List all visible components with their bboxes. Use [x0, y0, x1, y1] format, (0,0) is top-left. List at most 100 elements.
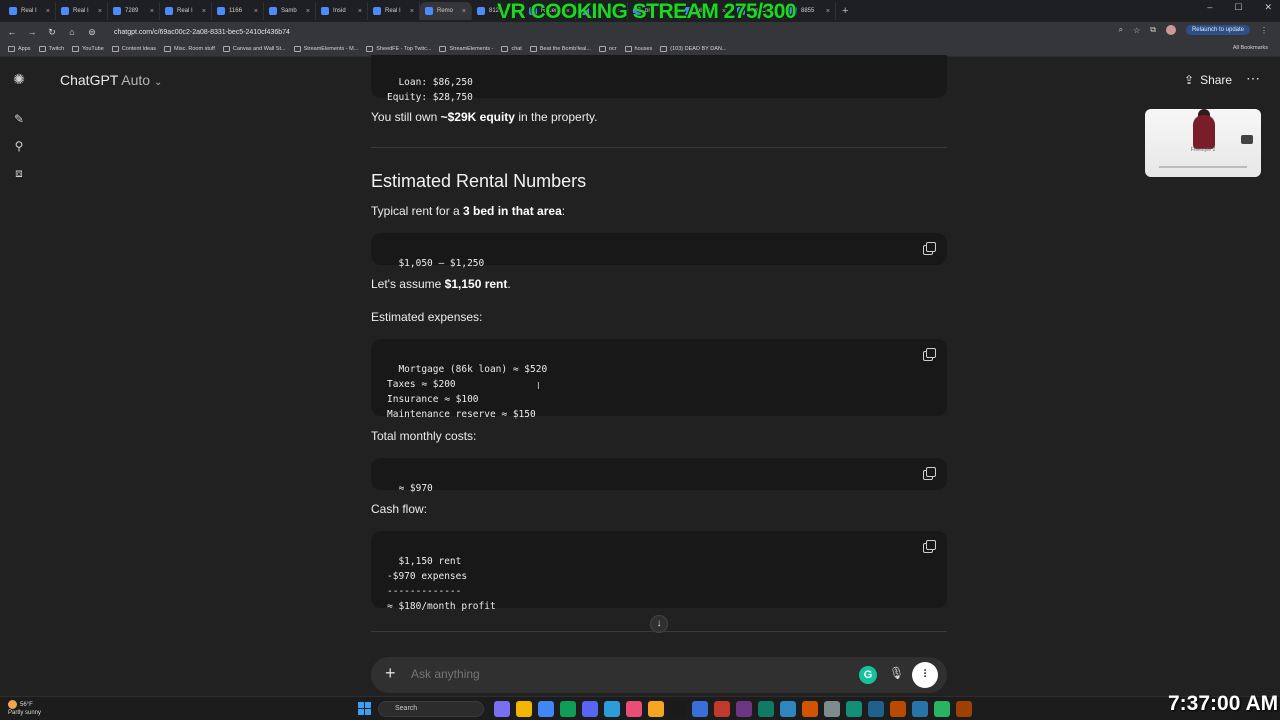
add-attachment-icon[interactable]: + — [385, 663, 396, 684]
taskbar-app-icon[interactable] — [648, 701, 664, 717]
prompt-input[interactable] — [411, 667, 811, 681]
taskbar-app-icon[interactable] — [846, 701, 862, 717]
taskbar-app-icon[interactable] — [868, 701, 884, 717]
browser-tab[interactable]: Remo × — [420, 2, 472, 20]
pip-play-icon[interactable] — [1241, 135, 1253, 144]
bookmark-item[interactable]: YouTube — [68, 46, 108, 52]
taskbar-app-icon[interactable] — [780, 701, 796, 717]
taskbar-app-icon[interactable] — [538, 701, 554, 717]
bookmark-item[interactable]: Beat the Bomb!leal... — [526, 46, 595, 52]
folder-icon — [8, 46, 15, 52]
reload-icon[interactable]: ↻ — [44, 27, 60, 38]
close-window-icon[interactable]: ✕ — [1264, 2, 1272, 13]
taskbar-app-icon[interactable] — [626, 701, 642, 717]
tab-close-icon[interactable]: × — [462, 8, 466, 15]
taskbar-app-icon[interactable] — [934, 701, 950, 717]
relaunch-button[interactable]: Relaunch to update — [1185, 25, 1250, 35]
browser-tab[interactable]: 1166 × — [212, 2, 264, 20]
search-icon[interactable]: ⚲ — [12, 139, 26, 153]
windows-start-icon[interactable] — [358, 702, 371, 715]
taskbar-app-icon[interactable] — [714, 701, 730, 717]
taskbar-app-icon[interactable] — [582, 701, 598, 717]
microphone-icon[interactable]: 🎙 — [889, 666, 904, 684]
bookmark-item[interactable]: (103) DEAD BY DAN... — [656, 46, 730, 52]
pip-progress-bar[interactable] — [1159, 166, 1247, 168]
copy-icon[interactable] — [923, 467, 936, 480]
taskbar-app-icon[interactable] — [912, 701, 928, 717]
taskbar-app-icon[interactable] — [604, 701, 620, 717]
taskbar-app-icon[interactable] — [802, 701, 818, 717]
tab-close-icon[interactable]: × — [150, 8, 154, 15]
minimize-icon[interactable]: – — [1207, 2, 1212, 13]
model-selector[interactable]: ChatGPT Auto ⌄ — [60, 72, 162, 88]
bookmark-item[interactable]: SheedFE - Top Twitc... — [362, 46, 435, 52]
taskbar-app-icon[interactable] — [736, 701, 752, 717]
bookmark-item[interactable]: Twitch — [35, 46, 69, 52]
taskbar-search[interactable]: Search — [378, 701, 484, 717]
picture-in-picture-video[interactable]: Freestyle 2 — [1145, 109, 1261, 177]
taskbar-app-icon[interactable] — [670, 701, 686, 717]
tab-close-icon[interactable]: × — [410, 8, 414, 15]
bookmark-label: Beat the Bomb!leal... — [539, 46, 591, 52]
weather-widget[interactable]: 56°F Partly sunny — [8, 700, 41, 717]
maximize-icon[interactable]: ☐ — [1234, 2, 1242, 13]
browser-tab[interactable]: Insid × — [316, 2, 368, 20]
bookmark-item[interactable]: Misc. Room stuff — [160, 46, 219, 52]
profile-avatar[interactable] — [1165, 25, 1176, 35]
more-options-icon[interactable]: ⋯ — [1246, 70, 1260, 87]
home-icon[interactable]: ⌂ — [64, 27, 80, 37]
bookmark-item[interactable]: Content Ideas — [108, 46, 160, 52]
taskbar-app-icon[interactable] — [824, 701, 840, 717]
share-button[interactable]: ⇪ Share — [1184, 73, 1232, 87]
new-tab-button[interactable]: + — [842, 5, 848, 17]
bookmark-item[interactable]: chat — [497, 46, 525, 52]
bookmark-item[interactable]: Apps — [4, 46, 35, 52]
url-field[interactable]: chatgpt.com/c/69ac00c2-2a08-8331-bec5-24… — [114, 29, 290, 36]
browser-tab[interactable]: Real I × — [4, 2, 56, 20]
bookmark-item[interactable]: Canvas and Wall St... — [219, 46, 290, 52]
copy-icon[interactable] — [923, 242, 936, 255]
taskbar-app-icon[interactable] — [560, 701, 576, 717]
taskbar-app-icon[interactable] — [516, 701, 532, 717]
bookmark-label: Apps — [18, 46, 31, 52]
copy-icon[interactable] — [923, 540, 936, 553]
extensions-icon[interactable]: ⧉ — [1150, 25, 1156, 35]
tab-favicon-icon — [477, 7, 485, 15]
browser-tab[interactable]: Samb × — [264, 2, 316, 20]
browser-tab[interactable]: 7289 × — [108, 2, 160, 20]
code-block-cashflow: $1,150 rent -$970 expenses -------------… — [371, 531, 947, 612]
taskbar-app-icon[interactable] — [890, 701, 906, 717]
tab-close-icon[interactable]: × — [98, 8, 102, 15]
site-info-icon[interactable]: ⊜ — [84, 27, 100, 38]
taskbar-app-icon[interactable] — [494, 701, 510, 717]
tab-close-icon[interactable]: × — [254, 8, 258, 15]
browser-tab[interactable]: Real I × — [160, 2, 212, 20]
bookmark-item[interactable]: StreamElements - — [435, 46, 497, 52]
grammarly-icon[interactable]: G — [859, 666, 877, 684]
bookmark-item[interactable]: ocr — [595, 46, 621, 52]
forward-icon[interactable]: → — [24, 27, 40, 37]
menu-icon[interactable]: ⋮ — [1260, 26, 1268, 35]
taskbar-app-icon[interactable] — [758, 701, 774, 717]
browser-tab[interactable]: Real I × — [56, 2, 108, 20]
all-bookmarks-link[interactable]: All Bookmarks — [1233, 45, 1268, 51]
back-icon[interactable]: ← — [4, 27, 20, 37]
bookmark-star-icon[interactable]: ☆ — [1133, 26, 1140, 35]
tab-close-icon[interactable]: × — [202, 8, 206, 15]
zoom-icon[interactable]: ⌕ — [1119, 25, 1123, 35]
library-icon[interactable]: ⧈ — [12, 166, 26, 180]
browser-tab[interactable]: Real I × — [368, 2, 420, 20]
voice-mode-button[interactable]: ⫶ — [912, 662, 938, 688]
tab-close-icon[interactable]: × — [46, 8, 50, 15]
folder-icon — [293, 46, 301, 52]
new-chat-icon[interactable]: ✎ — [12, 112, 26, 126]
bookmark-item[interactable]: houses — [621, 46, 657, 52]
copy-icon[interactable] — [923, 348, 936, 361]
tab-close-icon[interactable]: × — [358, 8, 362, 15]
taskbar-app-icon[interactable] — [956, 701, 972, 717]
bookmark-item[interactable]: StreamElements - M... — [290, 46, 363, 52]
openai-logo-icon[interactable]: ✺ — [12, 72, 26, 86]
tab-close-icon[interactable]: × — [306, 8, 310, 15]
taskbar-app-icon[interactable] — [692, 701, 708, 717]
tab-close-icon[interactable]: × — [826, 8, 830, 15]
